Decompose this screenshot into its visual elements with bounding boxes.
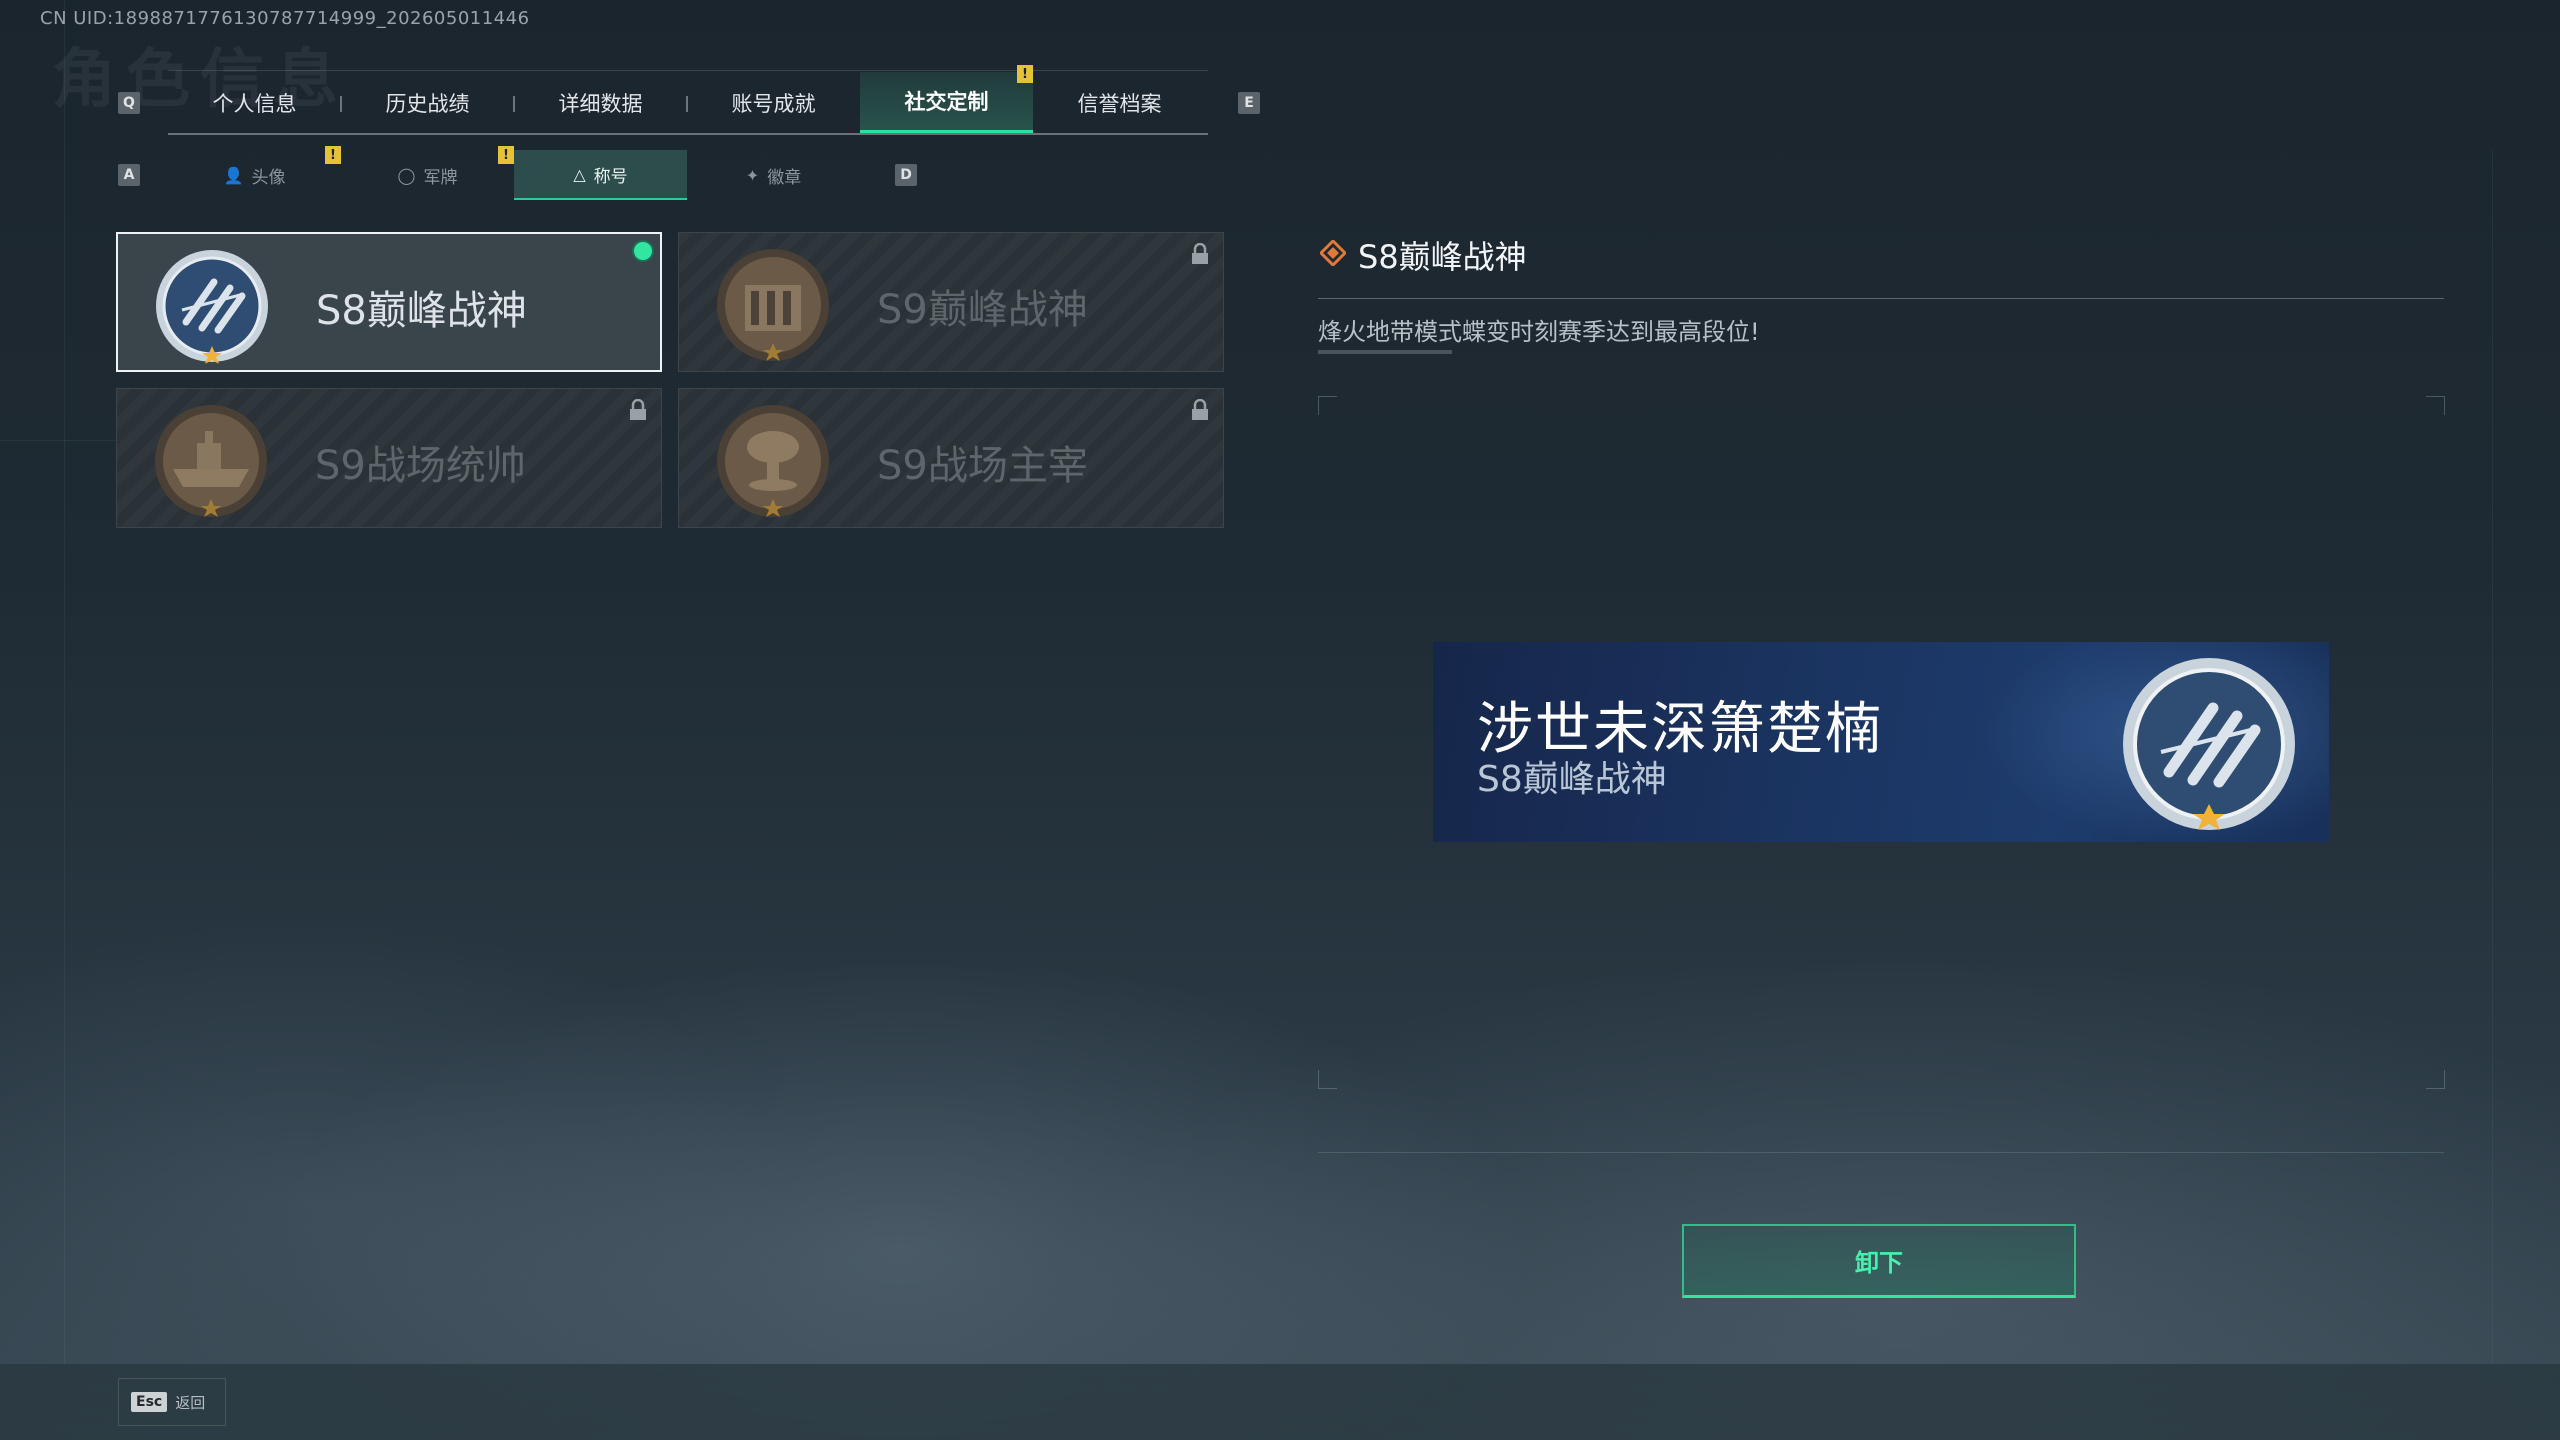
banner-title: S8巅峰战神 <box>1477 759 1667 800</box>
tabs-top-line <box>168 70 1208 71</box>
title-card[interactable]: S9战场统帅 <box>116 388 662 528</box>
warning-badge: ! <box>1017 65 1033 83</box>
tab-label: 历史战绩 <box>385 92 470 116</box>
subtab-title[interactable]: △ 称号 <box>514 150 687 200</box>
building-emblem-icon <box>717 249 829 361</box>
tab-personal-info[interactable]: 个人信息 <box>168 72 342 134</box>
card-label: S9巅峰战神 <box>877 287 1088 333</box>
uid-text: CN UID:1898871776130787714999_2026050114… <box>40 8 530 29</box>
tab-label: 信誉档案 <box>1077 92 1162 116</box>
tab-detailed-data[interactable]: 详细数据 <box>514 72 688 134</box>
subtab-label: 徽章 <box>767 167 802 188</box>
tab-achievements[interactable]: 账号成就 <box>687 72 860 134</box>
back-button[interactable]: Esc 返回 <box>118 1378 226 1426</box>
title-card[interactable]: S9巅峰战神 <box>678 232 1224 372</box>
lock-icon <box>630 399 646 420</box>
card-label: S9战场主宰 <box>877 443 1088 489</box>
warship-emblem-icon <box>155 405 267 517</box>
grid-line <box>0 440 120 441</box>
subtab-avatar[interactable]: 👤 头像 <box>168 150 341 200</box>
tabs-underline <box>168 133 1208 135</box>
detail-divider <box>1318 298 2444 299</box>
card-label: S9战场统帅 <box>315 443 526 489</box>
warning-badge: ! <box>325 146 341 164</box>
unequip-button[interactable]: 卸下 <box>1682 1224 2076 1298</box>
detail-bar <box>1318 350 1452 354</box>
frame-corner <box>1318 1070 1337 1089</box>
subtab-label: 头像 <box>251 167 286 188</box>
tab-history[interactable]: 历史战绩 <box>341 72 515 134</box>
title-card[interactable]: S8巅峰战神 <box>116 232 662 372</box>
tab-label: 账号成就 <box>731 92 816 116</box>
sub-tabs: 👤 头像 ◯ 军牌 △ 称号 ✦ 徽章 <box>168 150 868 200</box>
tab-label: 社交定制 <box>904 90 989 114</box>
esc-key-hint: Esc <box>131 1392 168 1412</box>
tab-reputation[interactable]: 信誉档案 <box>1033 72 1206 134</box>
dogtag-icon: ◯ <box>397 165 416 185</box>
frame-corner <box>1318 396 1337 415</box>
subtab-dogtag[interactable]: ◯ 军牌 <box>341 150 514 200</box>
detail-description: 烽火地带模式蝶变时刻赛季达到最高段位! <box>1318 318 1760 346</box>
bottom-bar <box>0 1364 2560 1440</box>
lock-icon <box>1192 243 1208 264</box>
person-icon: 👤 <box>223 165 244 185</box>
diamond-icon <box>1320 240 1346 266</box>
key-hint-d[interactable]: D <box>895 164 917 186</box>
back-label: 返回 <box>175 1393 206 1412</box>
s8-peak-emblem-icon <box>156 250 268 364</box>
mushroom-cloud-emblem-icon <box>717 405 829 517</box>
grid-line <box>64 0 65 1364</box>
key-hint-e[interactable]: E <box>1238 92 1260 114</box>
subtab-label: 军牌 <box>423 167 458 188</box>
detail-title: S8巅峰战神 <box>1358 238 1527 276</box>
grid-line <box>2492 150 2493 1364</box>
key-hint-q[interactable]: Q <box>118 92 140 114</box>
frame-corner <box>2426 396 2445 415</box>
s8-peak-emblem-icon <box>2123 658 2295 830</box>
title-icon: △ <box>573 164 586 184</box>
grid-line <box>1318 1152 2444 1153</box>
tab-label: 详细数据 <box>558 92 643 116</box>
key-hint-a[interactable]: A <box>118 164 140 186</box>
warning-badge: ! <box>498 146 514 164</box>
tab-social-custom[interactable]: 社交定制 <box>860 72 1033 134</box>
main-tabs: 个人信息 历史战绩 详细数据 账号成就 社交定制 信誉档案 <box>168 72 1208 136</box>
title-banner-preview: 涉世未深箫楚楠 S8巅峰战神 <box>1433 642 2329 842</box>
subtab-label: 称号 <box>593 166 628 187</box>
title-card[interactable]: S9战场主宰 <box>678 388 1224 528</box>
tab-label: 个人信息 <box>212 92 297 116</box>
lock-icon <box>1192 399 1208 420</box>
equipped-indicator <box>632 240 654 262</box>
badge-icon: ✦ <box>745 165 760 185</box>
frame-corner <box>2426 1070 2445 1089</box>
subtab-badge[interactable]: ✦ 徽章 <box>687 150 860 200</box>
card-label: S8巅峰战神 <box>316 288 527 334</box>
